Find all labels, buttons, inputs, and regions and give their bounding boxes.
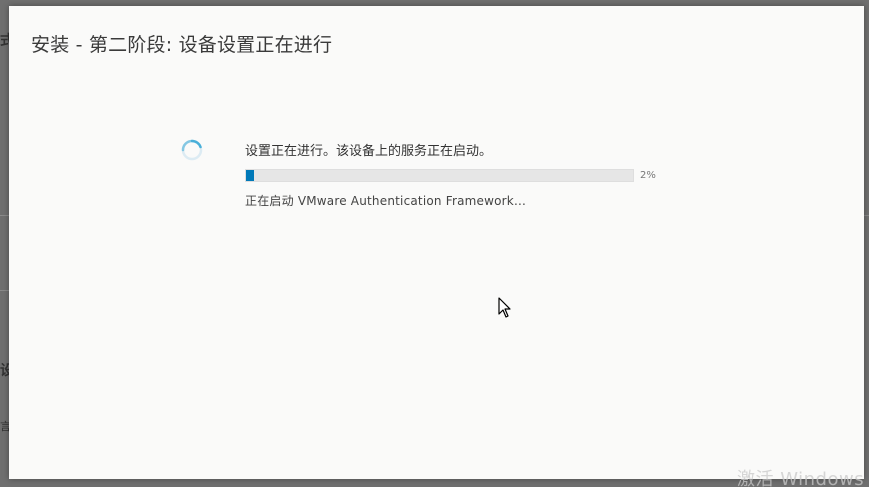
service-status-text: 正在启动 VMware Authentication Framework... bbox=[245, 194, 526, 208]
status-message: 设置正在进行。该设备上的服务正在启动。 bbox=[245, 144, 493, 159]
dialog-title: 安装 - 第二阶段: 设备设置正在进行 bbox=[31, 34, 333, 56]
install-progress-dialog: 安装 - 第二阶段: 设备设置正在进行 设置正在进行。该设备上的服务正在启动。 … bbox=[9, 6, 864, 479]
progress-percent: 2% bbox=[640, 170, 656, 181]
loading-spinner-icon bbox=[180, 138, 204, 162]
windows-activation-watermark: 激活 Windows bbox=[737, 469, 865, 487]
background-divider bbox=[0, 215, 9, 216]
mouse-pointer-icon bbox=[498, 297, 512, 319]
background-divider bbox=[0, 290, 9, 291]
background-divider bbox=[864, 215, 869, 216]
progress-bar-fill bbox=[246, 170, 254, 181]
progress-bar bbox=[245, 169, 634, 182]
